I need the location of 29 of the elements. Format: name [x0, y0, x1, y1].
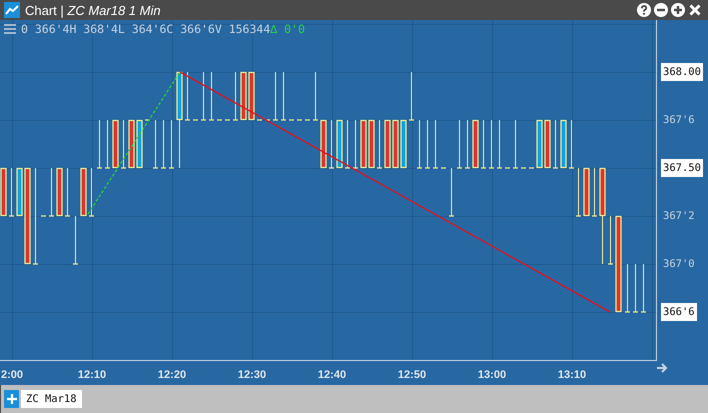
maximize-icon[interactable]: [671, 3, 685, 17]
window-title: Chart | ZC Mar18 1 Min: [25, 2, 161, 18]
time-label: 13:10: [556, 369, 588, 381]
price-label: 368.00: [661, 63, 703, 81]
arrow-right-icon[interactable]: [656, 363, 668, 373]
help-icon[interactable]: [637, 3, 651, 17]
time-label: 12:50: [396, 369, 428, 381]
change-text: ∆ 0'0: [270, 22, 305, 36]
time-label: 12:30: [236, 369, 268, 381]
chart-tab[interactable]: ZC Mar18: [21, 390, 82, 408]
price-label: 367'6: [662, 113, 696, 128]
add-tab-button[interactable]: [4, 390, 19, 408]
minimize-icon[interactable]: [654, 3, 668, 17]
time-label: 12:10: [76, 369, 108, 381]
quote-text: 0 366'4H 368'4L 364'6C 366'6V 156344: [21, 22, 270, 36]
price-label: 367'0: [662, 257, 696, 272]
time-label: 12:40: [316, 369, 348, 381]
trend-line[interactable]: [87, 72, 181, 214]
line-chart-icon: [4, 2, 20, 18]
close-icon[interactable]: [688, 3, 702, 17]
price-label: 367.50: [661, 159, 703, 177]
price-label: 366'6: [661, 303, 697, 321]
price-label: 367'2: [662, 209, 696, 224]
time-label: 12:20: [156, 369, 188, 381]
trend-line[interactable]: [180, 71, 610, 313]
time-label: 2:00: [0, 369, 24, 381]
menu-icon[interactable]: [4, 24, 16, 34]
plus-icon: [6, 394, 16, 404]
time-label: 13:00: [476, 369, 508, 381]
